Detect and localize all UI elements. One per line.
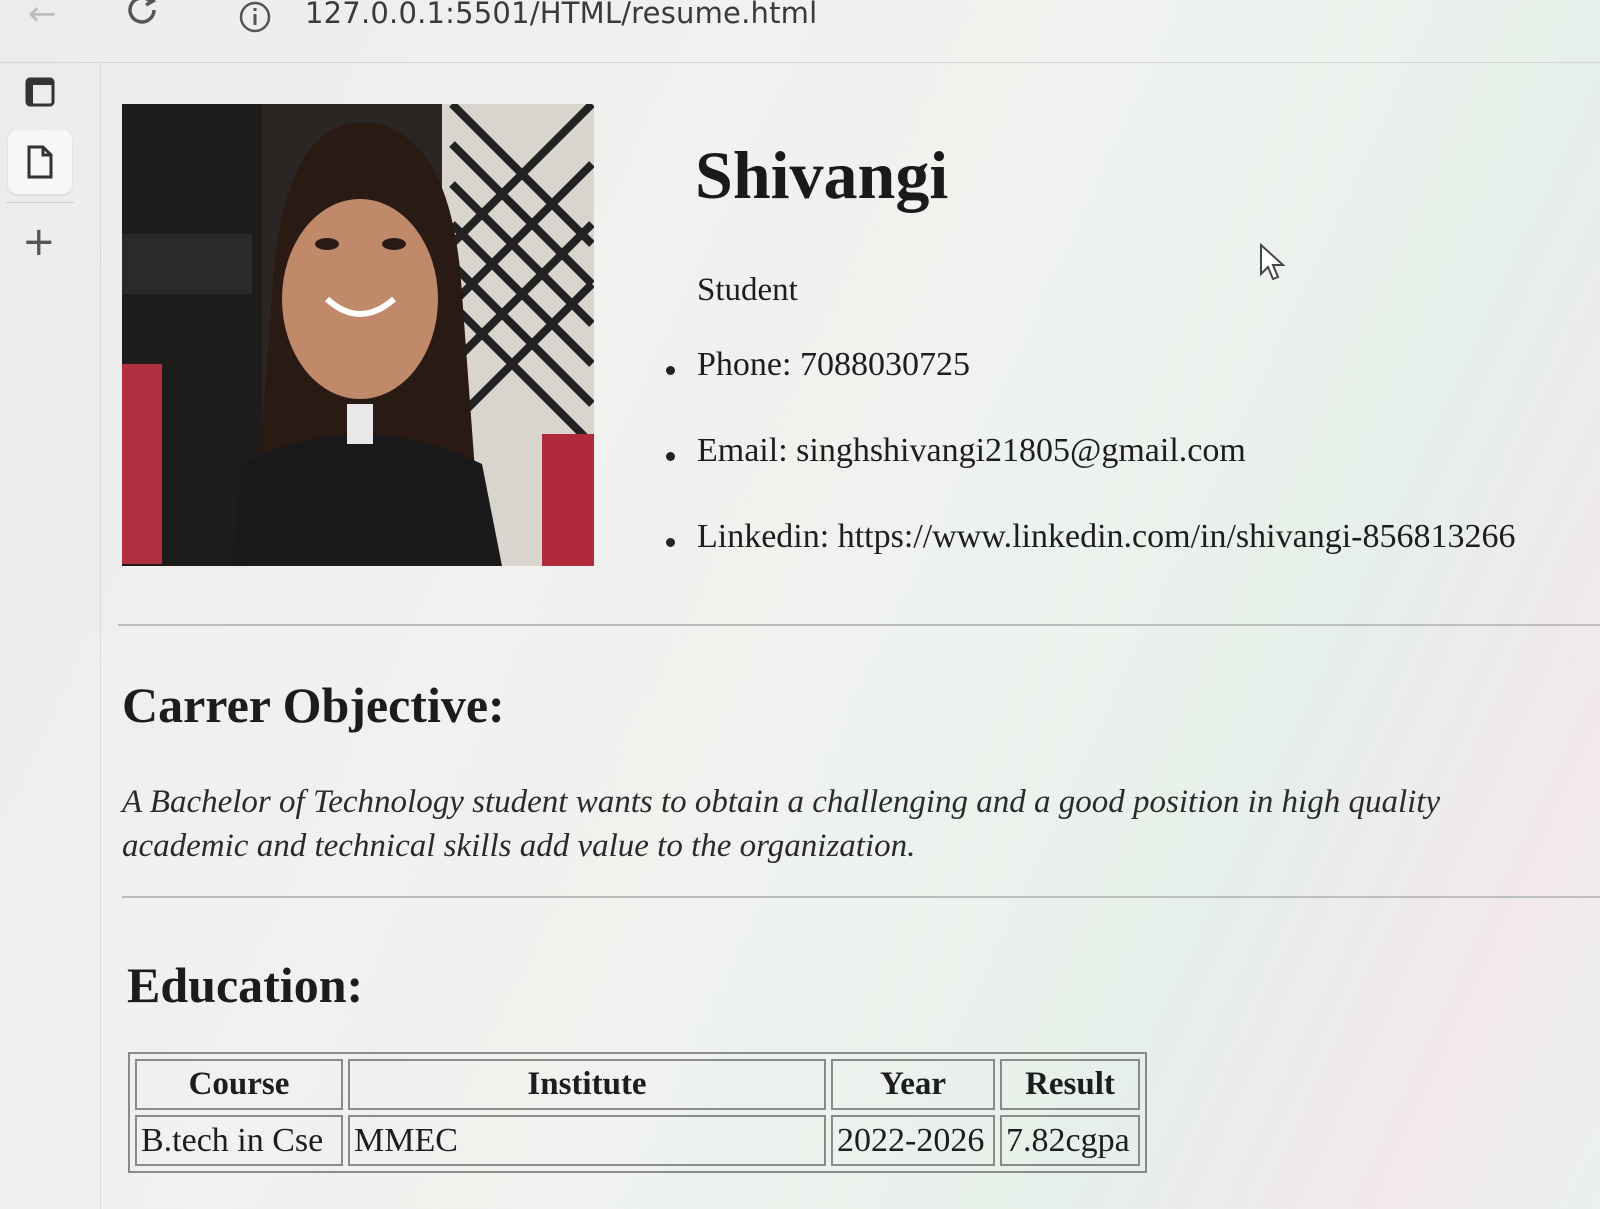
objective-line: academic and technical skills add value … bbox=[122, 828, 916, 864]
contact-list: Phone: 7088030725 Email: singhshivangi21… bbox=[662, 346, 1515, 604]
current-tab-button[interactable] bbox=[8, 130, 72, 194]
objective-text: A Bachelor of Technology student wants t… bbox=[122, 780, 1600, 868]
education-table: Course Institute Year Result B.tech in C… bbox=[128, 1052, 1147, 1173]
divider bbox=[118, 624, 1600, 626]
tab-window-icon bbox=[25, 77, 55, 107]
profile-photo bbox=[122, 104, 594, 566]
contact-linkedin: Linkedin: https://www.linkedin.com/in/sh… bbox=[662, 518, 1515, 604]
mouse-cursor-icon bbox=[1260, 242, 1286, 281]
plus-icon: + bbox=[22, 219, 56, 265]
education-heading: Education: bbox=[127, 957, 364, 1013]
new-tab-button[interactable]: + bbox=[22, 222, 56, 262]
objective-heading: Carrer Objective: bbox=[122, 677, 505, 733]
browser-sidebar: + bbox=[0, 62, 101, 1209]
address-bar-url[interactable]: 127.0.0.1:5501/HTML/resume.html bbox=[305, 0, 817, 30]
column-header-course: Course bbox=[135, 1059, 343, 1110]
column-header-year: Year bbox=[831, 1059, 995, 1110]
cell-institute: MMEC bbox=[348, 1115, 826, 1166]
cell-year: 2022-2026 bbox=[831, 1115, 995, 1166]
tab-actions-button[interactable] bbox=[8, 60, 72, 124]
column-header-result: Result bbox=[1000, 1059, 1140, 1110]
back-button[interactable]: ← bbox=[28, 0, 57, 34]
divider bbox=[122, 896, 1600, 898]
reload-icon[interactable] bbox=[122, 0, 162, 30]
profile-name: Shivangi bbox=[695, 137, 949, 213]
browser-toolbar: ← 127.0.0.1:5501/HTML/resume.html bbox=[0, 0, 1600, 63]
sidebar-divider bbox=[6, 202, 74, 203]
profile-role: Student bbox=[697, 272, 798, 308]
document-icon bbox=[27, 145, 53, 179]
info-icon[interactable] bbox=[238, 0, 272, 34]
contact-email: Email: singhshivangi21805@gmail.com bbox=[662, 432, 1515, 518]
cell-course: B.tech in Cse bbox=[135, 1115, 343, 1166]
objective-line: A Bachelor of Technology student wants t… bbox=[122, 784, 1441, 820]
contact-phone: Phone: 7088030725 bbox=[662, 346, 1515, 432]
column-header-institute: Institute bbox=[348, 1059, 826, 1110]
cell-result: 7.82cgpa bbox=[1000, 1115, 1140, 1166]
table-row: B.tech in Cse MMEC 2022-2026 7.82cgpa bbox=[135, 1115, 1140, 1166]
table-header-row: Course Institute Year Result bbox=[135, 1059, 1140, 1110]
